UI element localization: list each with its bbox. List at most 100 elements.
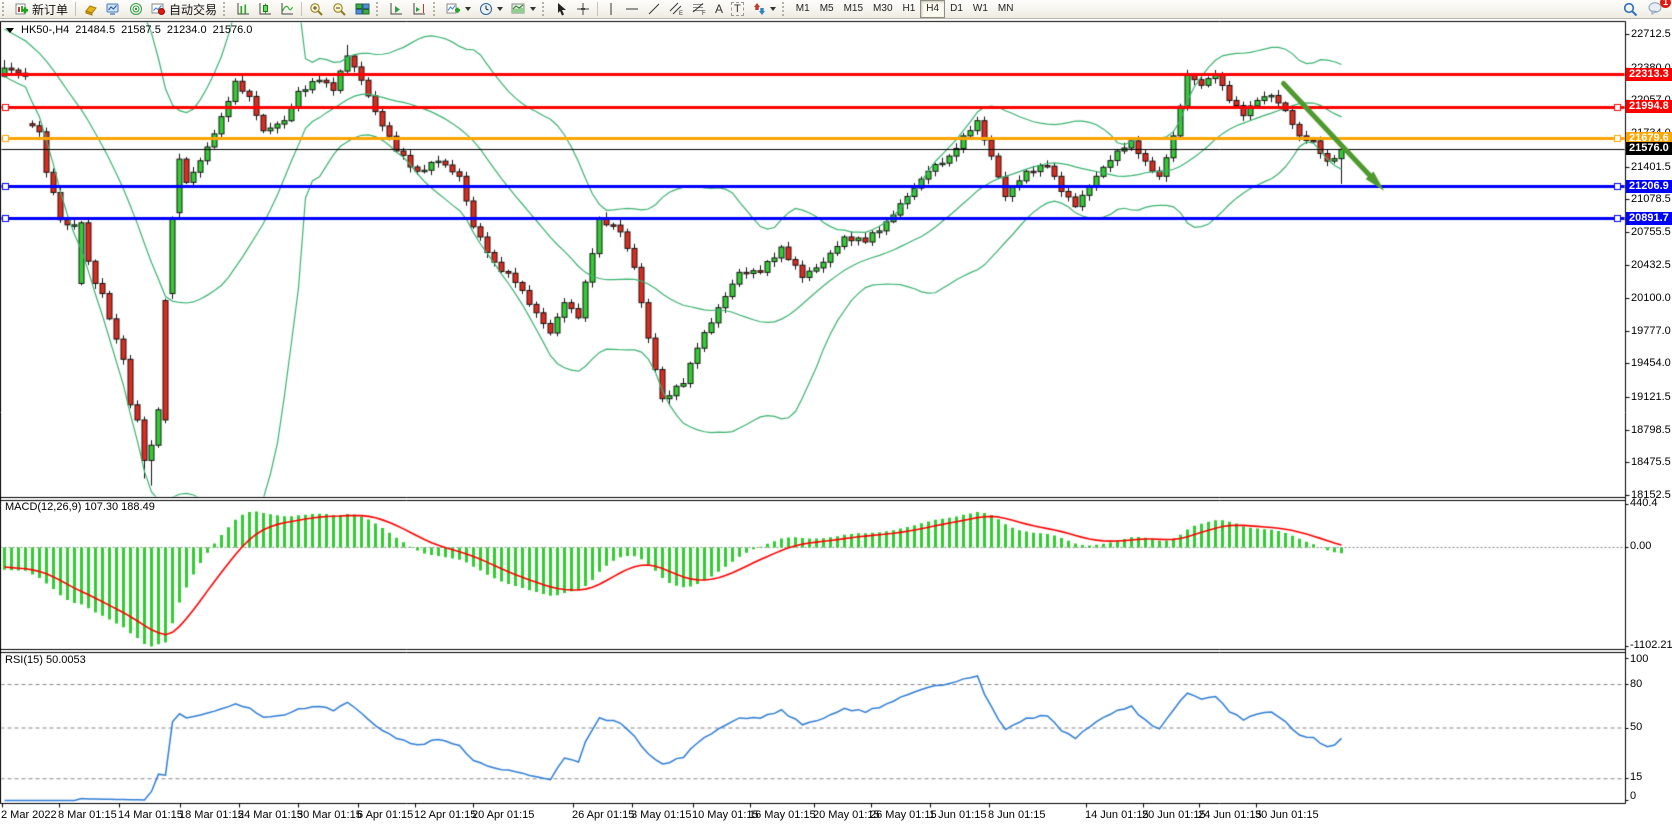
auto-trading-button[interactable]: 自动交易 [147,0,221,18]
price-tag: 21206.9 [1626,180,1672,193]
time-tick-label: 30 Jun 01:15 [1255,809,1319,821]
rsi-label: RSI(15) 50.0053 [5,654,86,666]
chart-screen-button[interactable] [102,0,125,18]
macd-axis-top: 440.4 [1630,497,1658,509]
zoom-out-button[interactable] [328,0,351,18]
gold-bar-button[interactable] [79,0,102,18]
ohlc-close: 21576.0 [213,24,253,36]
chart-screen-icon [106,2,121,16]
ohlc-high: 21587.5 [121,24,161,36]
toolbar-grip[interactable] [782,2,789,16]
chart-canvas[interactable] [0,0,1672,826]
toolbar-grip[interactable] [2,2,9,16]
rsi-axis-100: 100 [1630,653,1648,665]
time-tick-label: 16 May 01:15 [749,809,816,821]
new-order-icon [15,2,29,16]
price-tick-label: 19121.5 [1631,391,1671,403]
price-tag: 20891.7 [1626,212,1672,225]
indicators-button[interactable] [442,0,475,18]
toolbar-grip[interactable] [223,2,230,16]
notifications-button[interactable]: 1 [1648,1,1664,18]
tab-timeframe-m5[interactable]: M5 [815,1,839,17]
arrows-tool-icon [752,2,766,16]
chart-shift-button[interactable] [408,0,431,18]
candlestick-icon [258,2,272,16]
broadcast-icon [129,2,143,16]
bar-chart-button[interactable] [232,0,254,18]
rsi-axis-50: 50 [1630,721,1642,733]
svg-text:F: F [702,11,706,16]
text-tool-label: A [715,2,723,16]
macd-axis-bottom: -1102.21 [1630,639,1672,651]
gold-bar-icon [83,2,98,16]
tab-timeframe-d1[interactable]: D1 [945,1,968,17]
time-tick-label: 8 Mar 01:15 [58,809,117,821]
mt4-window: 新订单 自动交易 [0,0,1672,826]
tab-timeframe-mn[interactable]: MN [993,1,1019,17]
periods-button[interactable] [475,0,507,18]
candlestick-button[interactable] [254,0,276,18]
new-order-button[interactable]: 新订单 [11,0,72,18]
ohlc-low: 21234.0 [167,24,207,36]
vertical-line-button[interactable] [601,0,621,18]
price-tick-label: 20755.5 [1631,226,1671,238]
price-tag: 21576.0 [1626,142,1672,155]
time-tick-label: 6 Apr 01:15 [357,809,413,821]
tab-timeframe-m1[interactable]: M1 [791,1,815,17]
price-tick-label: 21401.5 [1631,161,1671,173]
dropdown-arrow-icon [465,7,471,11]
time-tick-label: 30 Mar 01:15 [297,809,362,821]
time-tick-label: 2 Mar 2022 [1,809,57,821]
time-tick-label: 14 Jun 01:15 [1085,809,1149,821]
vertical-line-icon [605,2,617,16]
price-tick-label: 18475.5 [1631,456,1671,468]
broadcast-button[interactable] [125,0,147,18]
time-tick-label: 12 Apr 01:15 [414,809,476,821]
tab-timeframe-m15[interactable]: M15 [839,1,868,17]
fibonacci-icon: F [692,2,707,16]
tab-timeframe-w1[interactable]: W1 [968,1,993,17]
ohlc-open: 21484.5 [75,24,115,36]
auto-scroll-icon [389,2,404,16]
templates-button[interactable] [507,0,540,18]
toolbar-grip[interactable] [376,2,383,16]
time-tick-label: 20 Apr 01:15 [472,809,534,821]
line-chart-icon [280,2,294,16]
chart-shift-icon [412,2,427,16]
fibonacci-button[interactable]: F [688,0,711,18]
price-tick-label: 19454.0 [1631,357,1671,369]
auto-scroll-button[interactable] [385,0,408,18]
tile-windows-button[interactable] [351,0,374,18]
search-icon[interactable] [1623,2,1638,17]
tab-timeframe-h1[interactable]: H1 [898,1,921,17]
horizontal-line-icon [625,2,639,16]
symbol-period-label: HK50-,H4 [21,24,69,36]
dropdown-arrow-icon [497,7,503,11]
time-tick-label: 24 Jun 01:15 [1198,809,1262,821]
auto-trading-icon [151,2,166,16]
svg-text:E: E [679,11,683,16]
line-chart-button[interactable] [276,0,298,18]
bar-chart-icon [236,2,250,16]
label-tool-button[interactable]: T [727,0,748,18]
toolbar-grip[interactable] [542,2,549,16]
arrows-tool-button[interactable] [748,0,780,18]
text-tool-button[interactable]: A [711,0,727,18]
macd-label: MACD(12,26,9) 107.30 188.49 [5,501,155,513]
price-tick-label: 18798.5 [1631,424,1671,436]
trendline-button[interactable] [643,0,665,18]
equidistant-channel-button[interactable]: E [665,0,688,18]
auto-trading-label: 自动交易 [169,1,217,18]
tab-timeframe-m30[interactable]: M30 [868,1,897,17]
crosshair-icon [576,2,590,16]
price-tick-label: 22712.5 [1631,28,1671,40]
time-tick-label: 24 Mar 01:15 [238,809,303,821]
horizontal-line-button[interactable] [621,0,643,18]
rsi-axis-0: 0 [1630,790,1636,802]
cursor-button[interactable] [551,0,572,18]
toolbar-grip[interactable] [433,2,440,16]
crosshair-button[interactable] [572,0,594,18]
dropdown-arrow-icon [530,7,536,11]
zoom-in-button[interactable] [305,0,328,18]
tab-timeframe-h4[interactable]: H4 [920,0,945,18]
